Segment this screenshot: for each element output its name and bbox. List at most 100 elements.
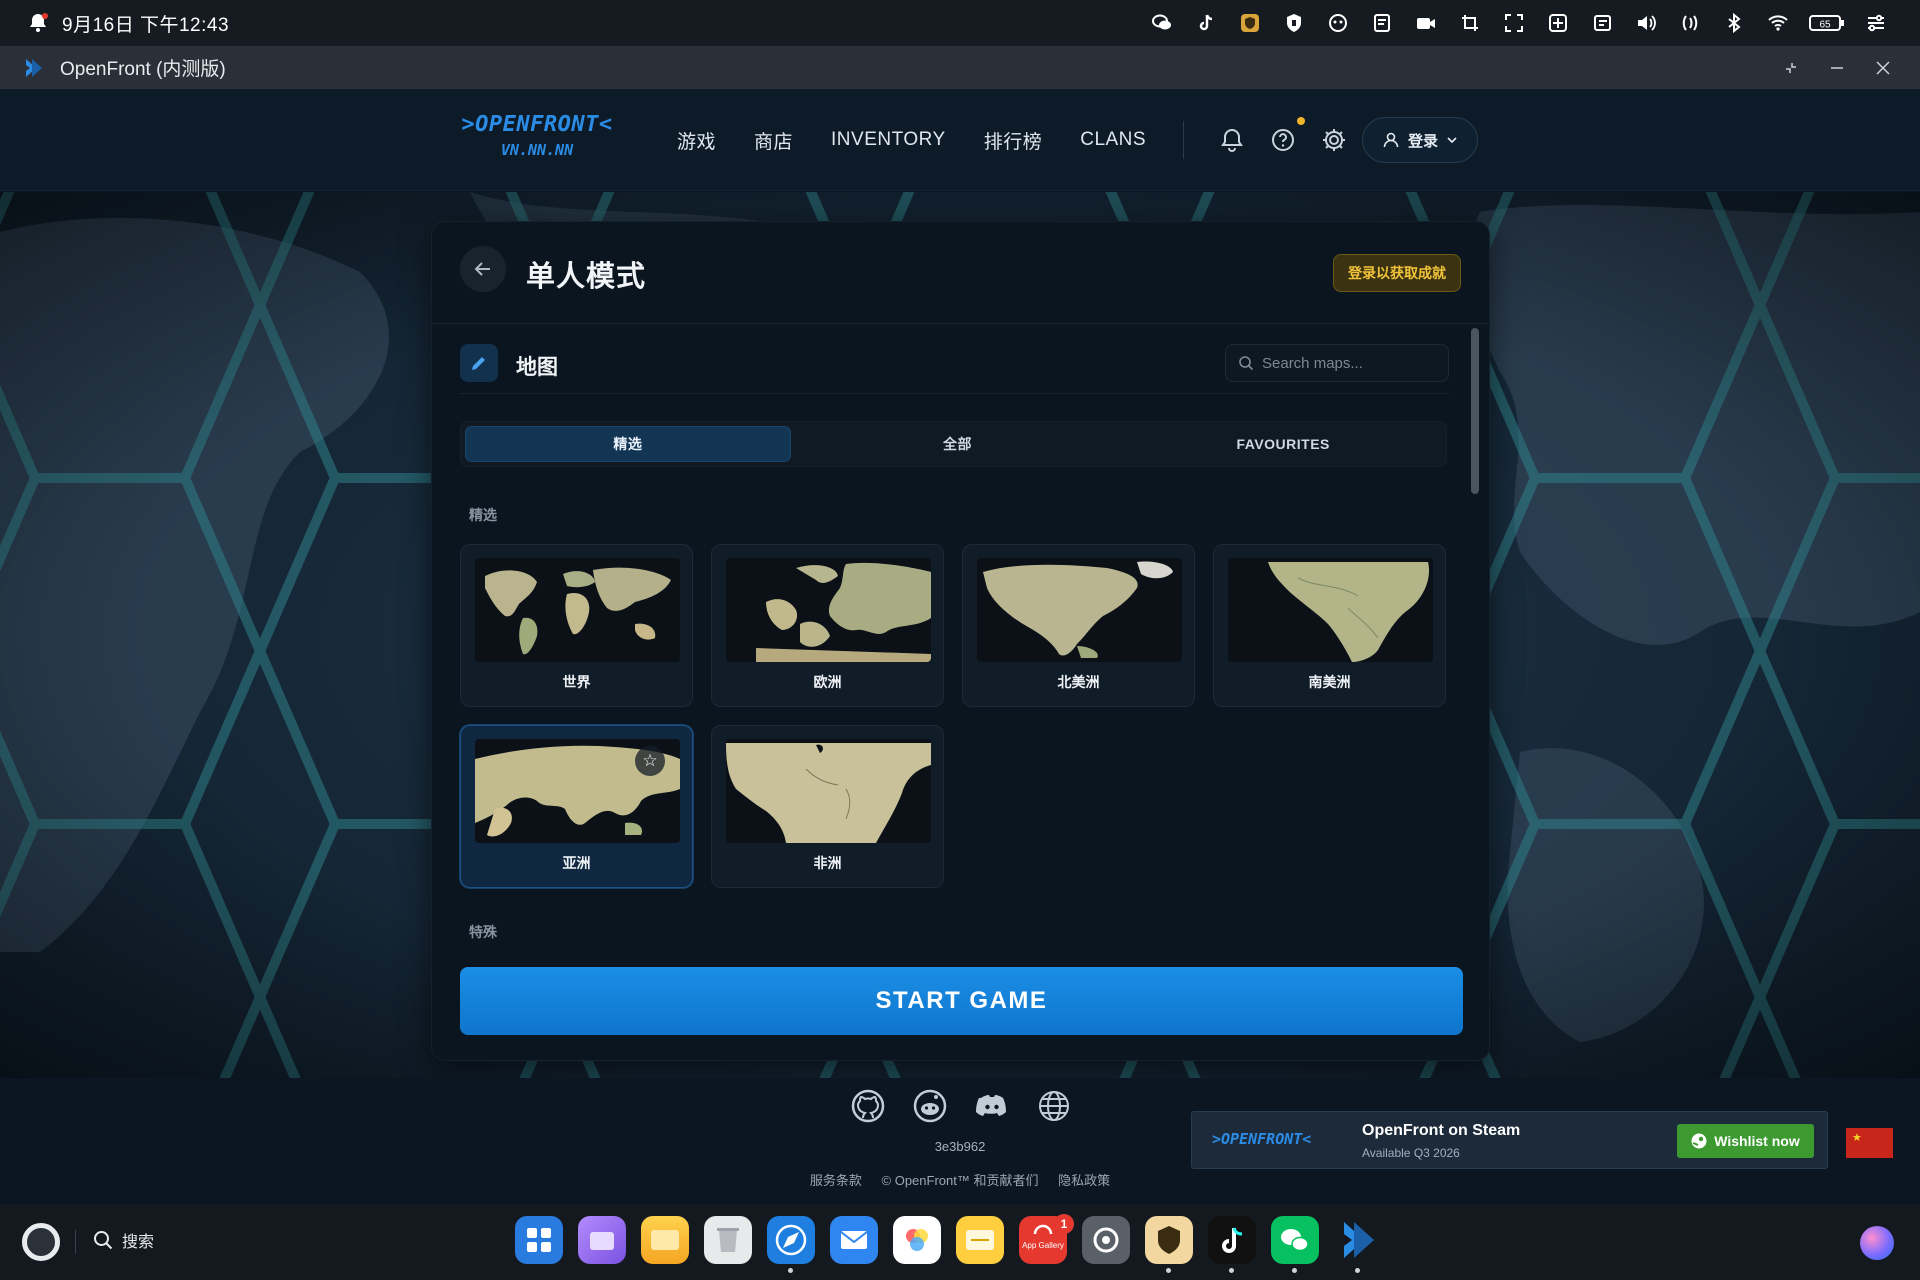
taskbar-search[interactable]: 搜索 — [92, 1228, 154, 1252]
nfc-icon[interactable] — [1668, 0, 1712, 46]
steam-banner[interactable]: >OPENFRONT< OpenFront on Steam Available… — [1191, 1111, 1828, 1169]
page-title: 单人模式 — [526, 261, 647, 293]
special-section-label: 特殊 — [469, 924, 497, 940]
login-for-achievements-button[interactable]: 登录以获取成就 — [1333, 254, 1461, 292]
taskbar-divider — [75, 1230, 76, 1254]
settings-gear-icon[interactable] — [1319, 125, 1349, 155]
notes-app-icon[interactable] — [956, 1216, 1004, 1264]
terms-link[interactable]: 服务条款 — [810, 1173, 862, 1188]
panel-scrollbar[interactable] — [1470, 324, 1480, 934]
wechat-app-icon[interactable] — [1271, 1216, 1319, 1273]
steam-icon — [1691, 1133, 1707, 1149]
reddit-icon[interactable] — [912, 1088, 948, 1124]
favourite-star-icon[interactable]: ☆ — [635, 746, 665, 776]
start-menu-icon[interactable] — [22, 1223, 60, 1261]
openfront-taskbar-icon[interactable] — [1334, 1216, 1382, 1273]
steam-banner-title: OpenFront on Steam — [1362, 1122, 1521, 1139]
mail-icon[interactable] — [830, 1216, 878, 1264]
wishlist-button[interactable]: Wishlist now — [1677, 1124, 1814, 1158]
settings-toggle-icon[interactable] — [1854, 0, 1898, 46]
discord-icon[interactable] — [974, 1088, 1010, 1124]
launcher-icon[interactable] — [515, 1216, 563, 1264]
fullscreen-icon[interactable] — [1492, 0, 1536, 46]
app-shield-icon[interactable] — [1228, 0, 1272, 46]
singleplayer-panel: 单人模式 登录以获取成就 地图 精选 全部 FAVOURITES 精选 — [431, 221, 1490, 1061]
help-icon[interactable] — [1268, 125, 1298, 155]
map-name: 亚洲 — [562, 855, 591, 871]
nav-play[interactable]: 游戏 — [677, 127, 716, 154]
map-card-south-america[interactable]: 南美洲 — [1213, 544, 1446, 707]
copyright-link[interactable]: © OpenFront™ 和贡献者们 — [882, 1173, 1039, 1188]
map-name: 北美洲 — [1057, 674, 1100, 690]
search-maps-input[interactable] — [1262, 354, 1432, 372]
steam-banner-subtitle: Available Q3 2026 — [1362, 1146, 1460, 1160]
help-indicator-dot — [1297, 117, 1305, 125]
main-nav: 游戏 商店 INVENTORY 排行榜 CLANS — [677, 89, 1184, 191]
app-header: >OPENFRONT< VN.NN.NN 游戏 商店 INVENTORY 排行榜… — [0, 89, 1920, 191]
screenshot-icon[interactable] — [1448, 0, 1492, 46]
map-card-world[interactable]: 世界 — [460, 544, 693, 707]
screen-record-icon[interactable] — [1404, 0, 1448, 46]
files-purple-icon[interactable] — [578, 1216, 626, 1264]
steam-banner-logo: >OPENFRONT< — [1212, 1130, 1312, 1148]
arrow-left-icon — [474, 262, 490, 276]
map-card-africa[interactable]: 非洲 — [711, 725, 944, 888]
map-filter-tabs: 精选 全部 FAVOURITES — [460, 421, 1447, 467]
tab-featured[interactable]: 精选 — [465, 426, 791, 462]
tiktok-app-icon[interactable] — [1208, 1216, 1256, 1273]
folder-icon[interactable] — [641, 1216, 689, 1264]
user-icon — [1383, 132, 1399, 148]
system-taskbar: 搜索 App Gallery — [0, 1204, 1920, 1280]
vpn-app-icon[interactable] — [1145, 1216, 1193, 1273]
nav-leaderboard[interactable]: 排行榜 — [984, 127, 1043, 154]
app-dock: App Gallery — [515, 1216, 1382, 1273]
restore-window-icon[interactable] — [1768, 46, 1814, 89]
map-card-asia[interactable]: ☆ 亚洲 — [460, 725, 693, 888]
back-button[interactable] — [460, 246, 506, 292]
map-search — [1225, 344, 1449, 382]
wishlist-label: Wishlist now — [1714, 1133, 1800, 1149]
pencil-icon — [460, 344, 498, 382]
minimize-window-icon[interactable] — [1814, 46, 1860, 89]
language-flag-icon[interactable]: ★ — [1846, 1128, 1893, 1158]
nav-clans[interactable]: CLANS — [1080, 129, 1146, 151]
svg-text:App Gallery: App Gallery — [1022, 1241, 1064, 1250]
scrollbar-thumb[interactable] — [1471, 328, 1479, 494]
bluetooth-icon[interactable] — [1712, 0, 1756, 46]
openfront-logo[interactable]: >OPENFRONT< VN.NN.NN — [452, 113, 622, 169]
privacy-link[interactable]: 隐私政策 — [1058, 1173, 1110, 1188]
notifications-bell-icon[interactable] — [1217, 125, 1247, 155]
tab-all[interactable]: 全部 — [795, 422, 1121, 466]
notification-bell-icon[interactable] — [26, 11, 50, 35]
wifi-icon[interactable] — [1756, 0, 1800, 46]
clipboard-icon[interactable] — [1580, 0, 1624, 46]
volume-icon[interactable] — [1624, 0, 1668, 46]
vpn-shield-icon[interactable] — [1272, 0, 1316, 46]
assistant-icon[interactable] — [1316, 0, 1360, 46]
settings-app-icon[interactable] — [1082, 1216, 1130, 1264]
map-name: 世界 — [562, 674, 591, 690]
calculator-icon[interactable] — [1536, 0, 1580, 46]
notes-icon[interactable] — [1360, 0, 1404, 46]
wechat-icon[interactable] — [1140, 0, 1184, 46]
map-thumbnail-south-america — [1228, 558, 1433, 662]
github-icon[interactable] — [850, 1088, 886, 1124]
battery-icon[interactable]: 65 — [1800, 0, 1854, 46]
window-title: OpenFront (内测版) — [60, 59, 226, 80]
browser-icon[interactable] — [767, 1216, 815, 1273]
map-section-header: 地图 — [460, 344, 1449, 394]
tab-favourites[interactable]: FAVOURITES — [1120, 422, 1446, 466]
start-game-button[interactable]: START GAME — [460, 967, 1463, 1035]
gallery-icon[interactable] — [893, 1216, 941, 1264]
nav-store[interactable]: 商店 — [754, 127, 793, 154]
trash-icon[interactable] — [704, 1216, 752, 1264]
login-button[interactable]: 登录 — [1362, 117, 1478, 163]
map-card-europe[interactable]: 欧洲 — [711, 544, 944, 707]
nav-inventory[interactable]: INVENTORY — [831, 129, 946, 151]
map-card-north-america[interactable]: 北美洲 — [962, 544, 1195, 707]
search-icon — [94, 1231, 113, 1250]
tiktok-icon[interactable] — [1184, 0, 1228, 46]
ai-assistant-icon[interactable] — [1860, 1226, 1894, 1260]
close-window-icon[interactable] — [1860, 46, 1906, 89]
globe-icon[interactable] — [1036, 1088, 1072, 1124]
